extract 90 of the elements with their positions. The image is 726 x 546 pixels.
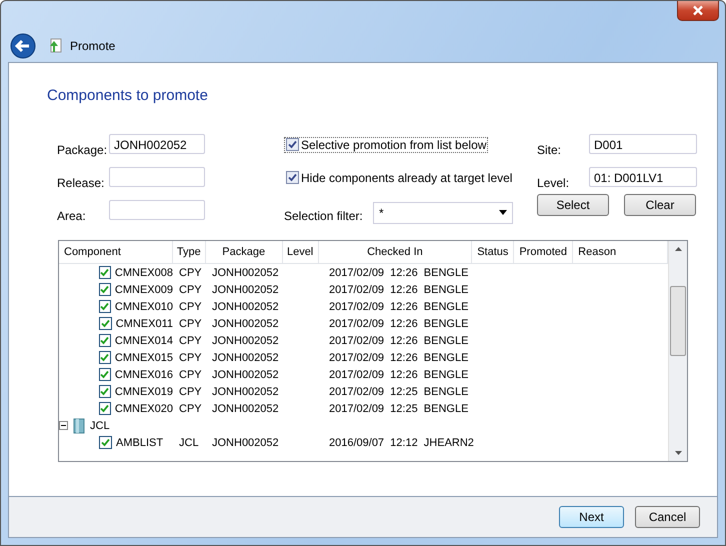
- table-cell: JONH002052: [212, 284, 279, 296]
- filter-button[interactable]: Clear: [624, 194, 696, 216]
- table-cell: 2017/02/09 12:26 BENGLE: [329, 368, 468, 380]
- window-title: Promote: [70, 39, 116, 53]
- field-label: Level:: [537, 176, 570, 190]
- expander-toggle[interactable]: [59, 421, 68, 430]
- field-label: Release:: [57, 176, 106, 190]
- table-cell: CPY: [179, 318, 202, 330]
- table-cell: CPY: [179, 368, 202, 380]
- dropdown-caret-icon: [499, 210, 507, 215]
- text-field[interactable]: [109, 200, 205, 220]
- table-cell: 2017/02/09 12:25 BENGLE: [329, 386, 468, 398]
- column-header[interactable]: Level: [282, 241, 319, 263]
- column-header[interactable]: Checked In: [318, 241, 472, 263]
- filter-dropdown[interactable]: *: [373, 202, 513, 224]
- column-header[interactable]: Component: [59, 241, 173, 263]
- table-cell: CMNEX020: [114, 402, 173, 414]
- table-cell: CMNEX014: [114, 334, 173, 346]
- table-cell: JONH002052: [212, 352, 279, 364]
- text-field[interactable]: [109, 166, 205, 186]
- table-cell: CPY: [179, 284, 202, 296]
- text-field[interactable]: 01: D001LV1: [589, 166, 697, 186]
- row-checkbox[interactable]: [99, 368, 111, 381]
- table-cell: CPY: [179, 334, 202, 346]
- field-label: Site:: [537, 142, 562, 156]
- text-field[interactable]: D001: [589, 134, 697, 154]
- row-checkbox[interactable]: [99, 385, 111, 398]
- row-checkbox[interactable]: [99, 317, 112, 330]
- table-cell: 2016/09/07 12:12 JHEARN2: [329, 436, 474, 448]
- option-checkbox[interactable]: Hide components already at target level: [284, 170, 514, 186]
- group-label: JCL: [90, 420, 110, 432]
- table-cell: JONH002052: [212, 436, 279, 448]
- table-cell: JONH002052: [212, 318, 279, 330]
- column-header[interactable]: Promoted: [514, 241, 574, 263]
- table-cell: CPY: [179, 352, 202, 364]
- table-cell: JONH002052: [212, 300, 279, 312]
- folder-icon: [73, 418, 85, 434]
- close-icon: [692, 5, 704, 16]
- table-cell: CMNEX010: [114, 300, 173, 312]
- table-cell: 2017/02/09 12:25 BENGLE: [329, 402, 468, 414]
- table-cell: CPY: [179, 300, 202, 312]
- checkmark-icon: [288, 140, 297, 149]
- table-cell: CMNEX015: [114, 352, 173, 364]
- filter-label: Selection filter:: [284, 208, 364, 222]
- page-heading: Components to promote: [47, 87, 209, 106]
- table-cell: JONH002052: [212, 334, 279, 346]
- table-cell: CMNEX008: [114, 266, 173, 278]
- table-cell: CMNEX019: [114, 386, 173, 398]
- field-label: Area:: [57, 208, 87, 222]
- text-field[interactable]: JONH002052: [109, 134, 205, 154]
- table-cell: CPY: [179, 266, 202, 278]
- checkmark-icon: [288, 173, 297, 182]
- back-button[interactable]: [10, 33, 36, 59]
- table-cell: JCL: [179, 436, 199, 448]
- vertical-scrollbar[interactable]: [668, 241, 687, 461]
- scroll-down-icon[interactable]: [674, 451, 682, 455]
- row-checkbox[interactable]: [99, 283, 111, 296]
- table-cell: JONH002052: [212, 386, 279, 398]
- row-checkbox[interactable]: [99, 402, 111, 415]
- column-header[interactable]: Type: [172, 241, 206, 263]
- row-checkbox[interactable]: [99, 300, 111, 313]
- table-cell: 2017/02/09 12:26 BENGLE: [329, 352, 468, 364]
- promote-icon: [48, 38, 62, 54]
- table-cell: CPY: [179, 402, 202, 414]
- row-checkbox[interactable]: [99, 334, 111, 347]
- table-cell: CMNEX011: [116, 318, 173, 330]
- table-cell: CMNEX016: [114, 368, 173, 380]
- table-cell: 2017/02/09 12:26 BENGLE: [329, 284, 468, 296]
- table-cell: JONH002052: [212, 368, 279, 380]
- row-checkbox[interactable]: [99, 436, 112, 449]
- table-cell: JONH002052: [212, 402, 279, 414]
- column-header[interactable]: Package: [206, 241, 283, 263]
- close-button[interactable]: [677, 1, 719, 21]
- filter-button[interactable]: Select: [537, 194, 609, 216]
- column-header[interactable]: Status: [472, 241, 514, 263]
- option-checkbox[interactable]: Selective promotion from list below: [284, 136, 488, 152]
- field-label: Package:: [57, 142, 108, 156]
- table-cell: JONH002052: [212, 266, 279, 278]
- table-cell: AMBLIST: [116, 436, 164, 448]
- table-cell: 2017/02/09 12:26 BENGLE: [329, 266, 468, 278]
- scroll-up-icon[interactable]: [674, 247, 682, 251]
- table-cell: 2017/02/09 12:26 BENGLE: [329, 334, 468, 346]
- table-cell: CPY: [179, 386, 202, 398]
- table-cell: CMNEX009: [114, 284, 173, 296]
- row-checkbox[interactable]: [99, 351, 111, 364]
- table-cell: 2017/02/09 12:26 BENGLE: [329, 300, 468, 312]
- footer-button[interactable]: Cancel: [635, 506, 700, 528]
- footer-button[interactable]: Next: [559, 506, 624, 528]
- row-checkbox[interactable]: [99, 266, 111, 279]
- table-cell: 2017/02/09 12:26 BENGLE: [329, 318, 468, 330]
